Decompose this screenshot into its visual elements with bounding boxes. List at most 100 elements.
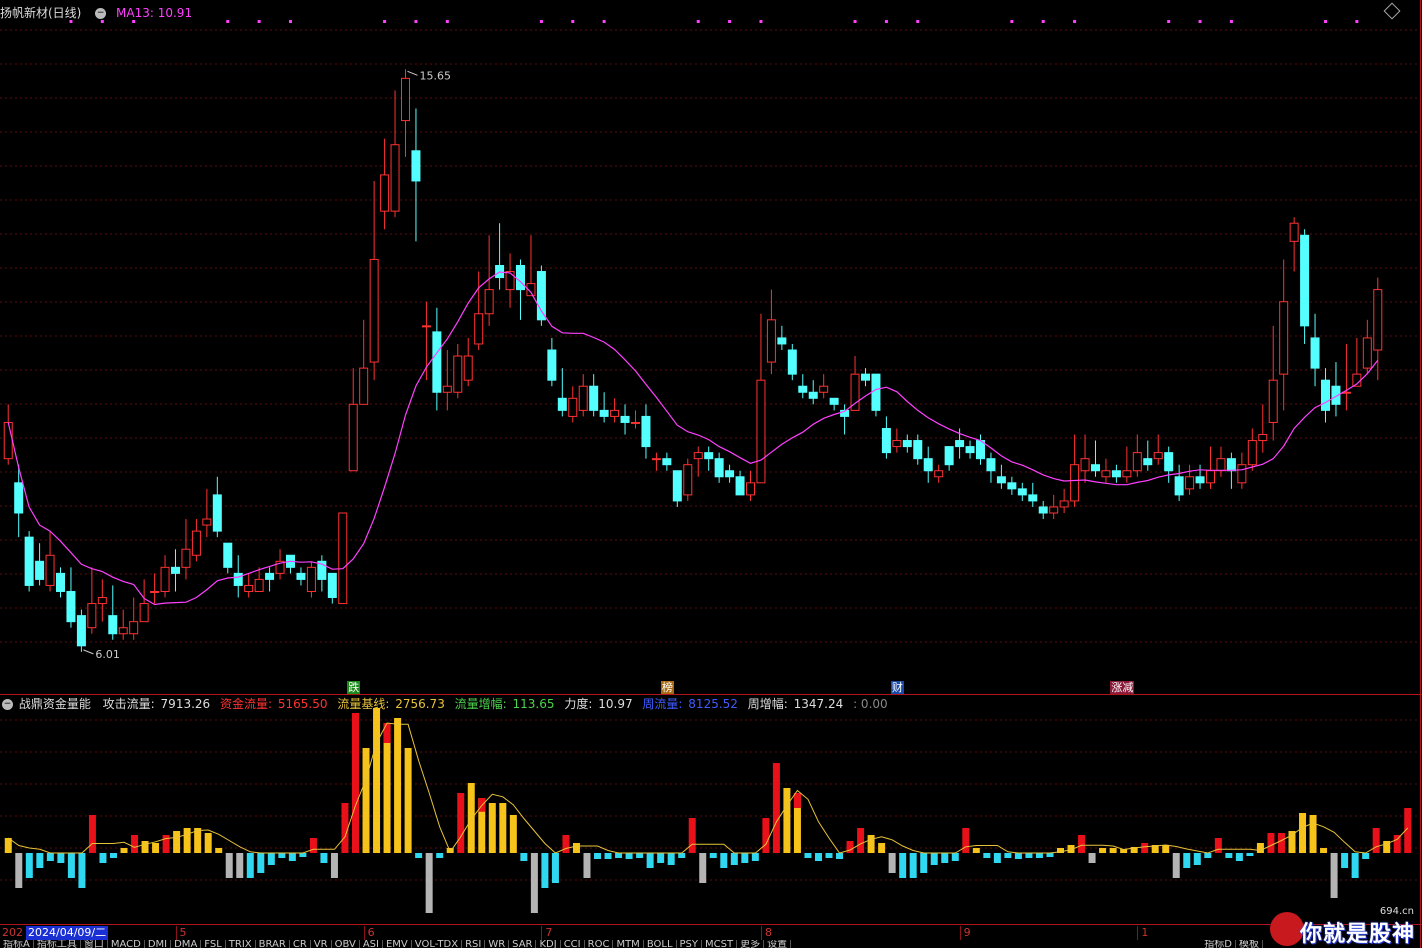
flow-bar xyxy=(657,853,665,863)
candle-body xyxy=(97,597,107,605)
candle-body xyxy=(254,578,264,592)
kline-chart[interactable]: 15.65 6.01 xyxy=(0,0,1422,694)
indicator-tab[interactable]: KDJ xyxy=(536,940,561,948)
flow-bar xyxy=(67,853,75,878)
ma13-label: MA13: 10.91 xyxy=(116,6,193,20)
indicator-tab[interactable]: 更多 xyxy=(737,940,765,948)
indicator-tab[interactable]: 指标D xyxy=(1201,940,1236,948)
flow-bar xyxy=(1183,853,1191,868)
candle-body xyxy=(87,603,97,629)
candle-body xyxy=(1132,452,1142,472)
indicator-tab[interactable]: RSI xyxy=(462,940,486,948)
signal-dot xyxy=(602,20,606,23)
indicator-tab[interactable]: 设置 xyxy=(764,940,792,948)
indicator-tab[interactable]: 指标工具 xyxy=(34,940,81,948)
event-marker[interactable]: 跌 xyxy=(347,681,361,694)
candle-body xyxy=(1143,458,1153,466)
candle-body xyxy=(913,440,923,460)
month-label: 1 xyxy=(1141,926,1149,939)
indicator-tab[interactable]: CR xyxy=(290,940,311,948)
candle-body xyxy=(118,627,128,635)
flow-bar xyxy=(899,853,907,878)
candle-body xyxy=(1195,476,1205,484)
candle-body xyxy=(944,446,954,466)
indicator-chart[interactable] xyxy=(0,696,1422,924)
candle-body xyxy=(223,542,233,568)
candle-body xyxy=(714,458,724,478)
flow-bar xyxy=(1246,853,1254,856)
flow-bar xyxy=(594,853,602,859)
candle-body xyxy=(1247,440,1257,466)
indicator-tab[interactable]: VR xyxy=(311,940,332,948)
indicator-tab[interactable]: 模板 xyxy=(1236,940,1263,948)
indicator-tab[interactable]: PSY xyxy=(677,940,703,948)
candle-body xyxy=(150,590,160,593)
flow-bar xyxy=(1225,853,1233,858)
event-marker[interactable]: 财 xyxy=(890,681,904,694)
flow-bar xyxy=(1141,843,1149,853)
logo-text: 你就是股神 xyxy=(1300,922,1416,947)
candle-body xyxy=(14,482,24,514)
candle-body xyxy=(735,476,745,496)
candle-body xyxy=(35,560,45,580)
indicator-tab[interactable]: VOL-TDX xyxy=(412,940,463,948)
flow-bar xyxy=(951,853,959,861)
indicator-tab[interactable]: CCI xyxy=(561,940,585,948)
candle-body xyxy=(1080,458,1090,472)
flow-bar xyxy=(1351,853,1359,878)
indicator-tab[interactable]: BRAR xyxy=(256,940,290,948)
flow-bar xyxy=(173,831,181,853)
indicator-tab[interactable]: MCST xyxy=(702,940,738,948)
candle-body xyxy=(1216,458,1226,472)
indicator-tab[interactable]: 窗口 xyxy=(81,940,108,948)
candle-body xyxy=(1017,488,1027,496)
candle-body xyxy=(265,572,275,580)
flow-bar xyxy=(772,763,780,853)
indicator-tab[interactable]: WR xyxy=(485,940,510,948)
indicator-tab[interactable]: BOLL xyxy=(644,940,677,948)
signal-dot xyxy=(1073,20,1077,23)
indicator-tab[interactable]: MACD xyxy=(108,940,145,948)
flow-bar xyxy=(88,815,96,853)
candle-body xyxy=(76,615,86,647)
indicator-tab[interactable]: TRIX xyxy=(226,940,256,948)
event-marker[interactable]: 涨减 xyxy=(1110,681,1135,694)
indicator-tab[interactable]: DMA xyxy=(171,940,202,948)
signal-dot xyxy=(445,20,449,23)
signal-dot xyxy=(539,20,543,23)
flow-bar xyxy=(878,843,886,853)
candle-body xyxy=(746,482,755,496)
indicator-tab[interactable]: SAR xyxy=(509,940,537,948)
event-marker[interactable]: 榜 xyxy=(660,681,674,694)
signal-dot xyxy=(728,20,732,23)
low-arrow xyxy=(83,649,94,655)
stock-title[interactable]: 扬帆新材(日线) xyxy=(0,6,81,20)
flow-bar xyxy=(46,853,54,861)
candle-body xyxy=(296,572,306,580)
flow-bar xyxy=(1362,853,1370,859)
candle-body xyxy=(1321,379,1330,411)
candle-body xyxy=(589,385,599,411)
indicator-tab[interactable]: MTM xyxy=(613,940,644,948)
month-label: 9 xyxy=(963,926,971,939)
flow-bar xyxy=(1288,831,1296,853)
indicator-tab[interactable]: ASI xyxy=(360,940,383,948)
flow-bar xyxy=(1109,848,1117,853)
collapse-icon[interactable]: − xyxy=(95,8,107,19)
candle-body xyxy=(819,385,829,393)
indicator-tab[interactable]: FSL xyxy=(201,940,226,948)
candle-body xyxy=(327,572,337,599)
kline-panel[interactable]: 15.65 6.01 xyxy=(0,0,1422,694)
signal-dot xyxy=(1198,20,1202,23)
indicator-tab[interactable]: DMI xyxy=(145,940,172,948)
indicator-panel[interactable] xyxy=(0,696,1422,924)
flow-bar xyxy=(646,853,654,868)
year-prefix: 202 xyxy=(2,926,23,939)
indicator-tab[interactable]: 指标A xyxy=(0,940,34,948)
indicator-tab[interactable]: ROC xyxy=(585,940,614,948)
indicator-tab[interactable]: OBV xyxy=(332,940,360,948)
indicator-tab[interactable]: EMV xyxy=(383,940,412,948)
signal-dot xyxy=(1324,20,1327,23)
candle-body xyxy=(212,494,222,532)
flow-bar xyxy=(1330,853,1338,898)
